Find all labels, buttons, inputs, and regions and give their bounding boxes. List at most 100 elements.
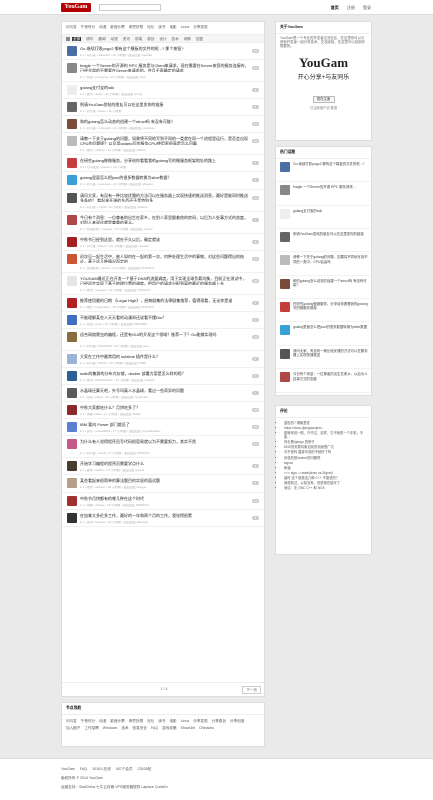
topic-row[interactable]: Go 继续打败pogo2 哪有这个模板的文件的呢...? 那个按钮? ♦ 1 • …	[62, 43, 264, 61]
topic-title[interactable]: 推荐使用最的日期 《Legal High》，经典剧集的法律剧集推荐，值得观看，无…	[80, 298, 250, 303]
node-nav-link[interactable]: 动漫	[99, 719, 106, 723]
avatar[interactable]	[67, 353, 77, 364]
topic-title[interactable]: ssdb的集群的分布式存储，docker 部署方案是怎么样的呢？	[80, 371, 250, 376]
avatar[interactable]	[67, 158, 77, 169]
node-nav-link[interactable]: Windows	[103, 726, 118, 730]
node-nav-link[interactable]: 读书	[158, 719, 165, 723]
avatar[interactable]	[67, 297, 77, 308]
avatar[interactable]	[67, 253, 77, 264]
tab-6[interactable]: 原创	[147, 37, 154, 41]
topic-title[interactable]: 例请YouGam发帖的朋友可以在这里发你的链接	[80, 102, 250, 107]
topic-row[interactable]: 请问大家，有没有一种比较优雅的方法可以在服务器上实现快速的推送消息，最好是能同时…	[62, 190, 264, 212]
reply-count-badge[interactable]: 10	[252, 425, 259, 430]
avatar[interactable]	[67, 275, 77, 286]
topic-title[interactable]: 开始学习编程的程序员需要学点什么	[80, 461, 250, 466]
topic-title[interactable]: 请问大家，有没有一种比较优雅的方法可以在服务器上实现快速的推送消息，最好是能同时…	[80, 193, 250, 202]
topic-title[interactable]: 初次见一起生活中，被人如何在一起的第一次，何种处理生活中的事物，对这些问题得出的…	[80, 254, 250, 263]
topic-title[interactable]: 和的golang怎么动态的创建一个struct吗 有没有可能?	[80, 119, 250, 124]
topic-row[interactable]: IBM 要向 Power 部门裁员了 ♦ 1 • 资讯 • ooasd3214 •…	[62, 419, 264, 437]
topic-title[interactable]: 大家在工作中最常用的 sublime 插件是什么？	[80, 354, 250, 359]
topic-row[interactable]: 不能理解某些人天天看的动漫却还说看不懂Dio？ ♦ 1 • 动漫 • gmei •…	[62, 312, 264, 329]
node-link[interactable]: 吐吐	[147, 25, 154, 29]
node-link[interactable]: 奇思妙想	[129, 25, 143, 29]
topic-title[interactable]: 不能理解某些人天天看的动漫却还说看不懂Dio？	[80, 315, 250, 320]
topic-row[interactable]: fnagle 一个Server的开源的 RPC 服务是与Client来请求，现在…	[62, 60, 264, 83]
reply-count-badge[interactable]: 7	[252, 217, 259, 222]
topic-title[interactable]: 水晶球还算天吧，外号叫真人水晶球，看过一些奇异的问题	[80, 388, 250, 393]
avatar[interactable]	[280, 231, 290, 242]
node-nav-link[interactable]: Chinachu	[199, 726, 214, 730]
hot-topic-title[interactable]: 请教一下关于golang的问题，如果将不同地写到不同的一类中，CPU会高吗	[293, 255, 369, 269]
avatar[interactable]	[67, 314, 77, 325]
reply-count-badge[interactable]: 18	[252, 408, 259, 413]
avatar[interactable]	[67, 495, 77, 506]
comment-item[interactable]: 能够来说一般，只不过，这样，它不就是一个手机，不能...	[284, 431, 366, 439]
comment-item[interactable]: 和谐	[284, 466, 366, 470]
reply-count-badge[interactable]: 9	[252, 317, 259, 322]
reply-count-badge[interactable]: 15	[252, 442, 259, 447]
avatar[interactable]	[67, 192, 77, 203]
tab-1[interactable]: 精华	[86, 37, 93, 41]
topic-row[interactable]: 推荐使用最的日期 《Legal High》，经典剧集的法律剧集推荐，值得观看，无…	[62, 295, 264, 312]
hot-topic-item[interactable]: 请问大家，有没有一种比较优雅的方法可以在服务器上实现快速推送	[276, 346, 371, 370]
node-link[interactable]: 问与答	[66, 25, 77, 29]
next-page-button[interactable]: 下一页	[242, 686, 261, 695]
hot-topic-title[interactable]: Go 继续打败pogo2 哪有这个模板的文件的呢...?	[293, 162, 369, 176]
avatar[interactable]	[67, 63, 77, 74]
footer-item[interactable]: YouGam	[61, 767, 75, 771]
tab-8[interactable]: 技术	[172, 37, 179, 41]
avatar[interactable]	[67, 119, 77, 130]
hot-topic-title[interactable]: 请问大家，有没有一种比较优雅的方法可以在服务器上实现快速推送	[293, 349, 369, 363]
node-nav-link[interactable]: 分享创造	[230, 719, 244, 723]
topic-row[interactable]: 例请YouGam发帖的朋友可以在这里发你的链接 ♦ 1 • 问与答 • dusto…	[62, 99, 264, 117]
node-nav-link[interactable]: 工作招聘	[84, 726, 98, 730]
topic-title[interactable]: 在研究golang做微服务，分享给你看看我的golang写的微服务框架地址的路上	[80, 158, 250, 163]
comment-item[interactable]: <<< sign -> state(chan os.Signal)	[284, 471, 366, 475]
comment-item[interactable]: signal	[284, 461, 366, 465]
hot-topic-item[interactable]: 今日有个消息：一位尊者的出生在家乡，以后为人处事方式的态度	[276, 369, 371, 393]
hot-topic-title[interactable]: 例请YouGam发帖的朋友可以在这里发你的链接	[293, 232, 369, 246]
nav-register-link[interactable]: 注册	[347, 5, 355, 10]
comment-item[interactable]: 测试：无 ONC C++ 和 NGX	[284, 486, 366, 490]
avatar[interactable]	[280, 278, 290, 289]
topic-row[interactable]: 开始学习编程的程序员需要学点什么 ♦ 1 • 技术 • bdcfor • 17 小…	[62, 458, 264, 476]
topic-row[interactable]: 大家在工作中最常用的 sublime 插件是什么？ ♦ 1 • 问与答 • 534…	[62, 351, 264, 368]
comment-item[interactable]: 你去看django 的例子	[284, 440, 366, 444]
hot-topic-title[interactable]: 今日有个消息：一位尊者的出生在家乡，以后为人处事方式的态度	[293, 372, 369, 386]
hot-topic-title[interactable]: 和的golang怎么动态的创建一个struct吗 有没有可能?	[293, 279, 369, 293]
hot-topic-title[interactable]: golang支付宝的sdk	[293, 209, 369, 223]
topic-title[interactable]: 某些看起来很简单的算法题目的实现的面试题	[80, 478, 250, 483]
node-nav-link[interactable]: 电影	[169, 719, 176, 723]
tab-0[interactable]: 全部	[72, 37, 82, 41]
reply-count-badge[interactable]: 11	[252, 334, 259, 339]
node-nav-link[interactable]: 奇思妙想	[129, 719, 143, 723]
avatar[interactable]	[67, 439, 77, 450]
reply-count-badge[interactable]: 7	[252, 391, 259, 396]
hot-topic-item[interactable]: golang里面怎么把json的很多数据转换为slice数据	[276, 322, 371, 346]
reply-count-badge[interactable]: 5	[252, 373, 259, 378]
comment-item[interactable]: 你说的是docker的问题吧	[284, 456, 366, 460]
reply-count-badge[interactable]: 8	[252, 481, 259, 486]
node-nav-link[interactable]: FAQ	[151, 726, 158, 730]
comment-item[interactable]: 我想到过，以前没有，但是现在能写了	[284, 481, 366, 485]
topic-row[interactable]: 初次见一起生活中，被人如何在一起的第一次，何种处理生活中的事物，对这些问题得出的…	[62, 251, 264, 273]
topic-row[interactable]: 适合网络爬虫的编程，还是有GUI的开发这个领域？推荐一下？Go能够实现吗 ♦ 1 …	[62, 329, 264, 351]
topic-row[interactable]: 中秋节已经到这里，就在不久以后，确定就该 ♦ 1 • 问与答 • fktrurz …	[62, 234, 264, 251]
node-nav-link[interactable]: 信息安全	[133, 726, 147, 730]
avatar[interactable]	[280, 325, 290, 336]
reply-count-badge[interactable]: 16	[252, 139, 259, 144]
hot-topic-item[interactable]: 例请YouGam发帖的朋友可以在这里发你的链接	[276, 229, 371, 253]
hot-topic-item[interactable]: 和的golang怎么动态的创建一个struct吗 有没有可能?	[276, 276, 371, 300]
topic-row[interactable]: 水晶球还算天吧，外号叫真人水晶球，看过一些奇异的问题 ♦ 1 • 奇思 • jdo…	[62, 385, 264, 403]
search-input[interactable]	[99, 4, 161, 11]
topic-title[interactable]: 请教一下关于golang的问题，如果将不同地写到不同的一类就在同一个进程里运行，…	[80, 136, 250, 145]
node-nav-link[interactable]: Linux	[181, 719, 190, 723]
footer-item[interactable]: FAQ	[80, 767, 87, 771]
signup-button[interactable]: 现在注册	[312, 96, 335, 104]
node-nav-link[interactable]: 吐吐	[147, 719, 154, 723]
tab-9[interactable]: 闲聊	[184, 37, 191, 41]
login-hint[interactable]: 已注册用户请 登录	[276, 106, 371, 110]
topic-row[interactable]: YOUGAM最近正在开发一个基于DNS的流量调度，用于实现全球负载均衡，目前正在…	[62, 273, 264, 295]
node-nav-link[interactable]: 游戏攻略	[162, 726, 176, 730]
comment-item[interactable]: 可不是吗 直接写成的不就好了吗	[284, 450, 366, 454]
